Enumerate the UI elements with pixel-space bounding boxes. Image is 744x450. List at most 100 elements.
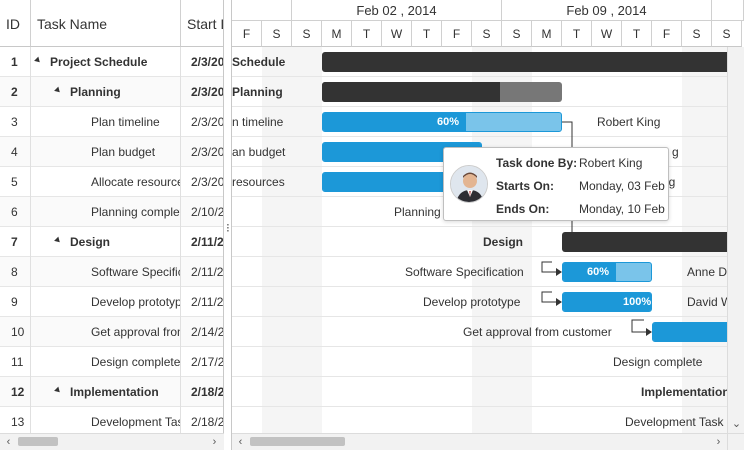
summary-bar[interactable] [562, 232, 744, 252]
timeline-day: S [712, 21, 742, 47]
cell-start-date: 2/17/2014 [191, 355, 224, 369]
cell-id: 8 [0, 257, 31, 287]
task-grid: ID Task Name Start D 1 Project Schedule 2/… [0, 0, 224, 450]
table-row[interactable]: 9 Develop prototype 2/11/2014 [0, 287, 223, 317]
chart-row: 60% n timeline Robert King [232, 107, 744, 137]
cell-task-name: Project Schedule [31, 47, 181, 77]
table-row[interactable]: 11 Design complete 2/17/2014 [0, 347, 224, 377]
column-header-task-name[interactable]: Task Name [31, 0, 181, 47]
cell-id: 3 [0, 107, 31, 137]
summary-bar[interactable] [322, 82, 562, 102]
cell-start-date: 2/3/2014 [191, 175, 224, 189]
table-row[interactable]: 5 Allocate resources 2/3/2014 [0, 167, 224, 197]
resource-label: David W [687, 295, 733, 309]
task-bar[interactable]: 60% [322, 112, 562, 132]
cell-start-date: 2/3/2014 [191, 115, 224, 129]
table-row[interactable]: 8 Software Specification 2/11/2014 [0, 257, 224, 287]
chart-row: Implementation [232, 377, 744, 407]
timeline-day: S [472, 21, 502, 47]
triangle-down-icon[interactable] [34, 56, 42, 65]
timeline-week [232, 0, 292, 21]
task-name-text: Plan timeline [91, 115, 160, 129]
cell-task-name: Design [31, 227, 181, 257]
table-row[interactable]: 4 Plan budget 2/3/2014 [0, 137, 224, 167]
grid-horizontal-scrollbar[interactable]: ‹ › [0, 433, 224, 450]
timeline-day: S [262, 21, 292, 47]
table-row[interactable]: 7 Design 2/11/2014 [0, 227, 223, 257]
triangle-down-icon[interactable] [54, 386, 62, 395]
table-row[interactable]: 1 Project Schedule 2/3/2014 [0, 47, 223, 77]
triangle-down-icon[interactable] [54, 236, 62, 245]
timeline-week [712, 0, 744, 21]
column-header-id[interactable]: ID [0, 0, 31, 47]
task-label: Implementation [641, 385, 730, 399]
task-name-text: Project Schedule [50, 55, 148, 69]
progress-label: 60% [437, 116, 460, 128]
cell-start-date: 2/10/2014 [191, 205, 224, 219]
tooltip-starts-label: Starts On: [496, 179, 555, 193]
task-name-text: Planning complete [91, 205, 181, 219]
chart-vertical-scrollbar[interactable]: ⌄ [727, 47, 744, 433]
gantt-control: ID Task Name Start D 1 Project Schedule 2/… [0, 0, 744, 450]
table-row[interactable]: 12 Implementation 2/18/2014 [0, 377, 223, 407]
summary-progress [322, 82, 500, 102]
summary-bar[interactable] [322, 52, 744, 72]
cell-id: 5 [0, 167, 31, 197]
timeline-day: F [652, 21, 682, 47]
chevron-right-icon[interactable]: › [710, 434, 727, 450]
chart-row: 100% Develop prototype David W [232, 287, 744, 317]
task-label: Develop prototype [423, 295, 521, 309]
progress-label: 100% [623, 296, 652, 308]
timeline-week: Feb 02 , 2014 [292, 0, 502, 21]
cell-start-date: 2/3/2014 [191, 145, 224, 159]
task-name-text: Design [70, 235, 111, 249]
task-label: Software Specification [405, 265, 524, 279]
task-bar[interactable]: 60% [562, 262, 652, 282]
cell-task-name: Plan budget [31, 137, 181, 167]
chart-row: 60% Software Specification Anne D [232, 257, 744, 287]
task-name-text: Development Task [91, 415, 181, 429]
splitter[interactable]: ⁝ [224, 0, 232, 450]
task-tooltip: Task done By: Robert King Starts On: Mon… [443, 147, 669, 221]
cell-start-date: 2/3/2014 [191, 85, 224, 99]
chart-row: Schedule [232, 47, 744, 77]
avatar [450, 165, 488, 203]
scrollbar-thumb[interactable] [250, 437, 345, 446]
task-bar[interactable]: 100% [562, 292, 652, 312]
timeline-day: M [532, 21, 562, 47]
table-row[interactable]: 3 Plan timeline 2/3/2014 [0, 107, 224, 137]
chart-row: Design [232, 227, 744, 257]
cell-id: 10 [0, 317, 31, 347]
gantt-chart: Feb 02 , 2014 Feb 09 , 2014 F S S M T W T F S S M T W T… [232, 0, 744, 450]
cell-id: 2 [0, 77, 31, 107]
task-name-text: Plan budget [91, 145, 156, 159]
chevron-right-icon[interactable]: › [206, 434, 223, 450]
chevron-left-icon[interactable]: ‹ [232, 434, 249, 450]
table-row[interactable]: 6 Planning complete 2/10/2014 [0, 197, 224, 227]
cell-start-date: 2/11/2014 [191, 265, 224, 279]
task-label: Schedule [232, 55, 286, 69]
table-row[interactable]: 2 Planning 2/3/2014 [0, 77, 224, 107]
task-name-text: Implementation [70, 385, 159, 399]
task-label: Design [483, 235, 524, 249]
cell-id: 12 [0, 377, 31, 407]
grip-icon[interactable]: ⁝ [226, 222, 230, 234]
chart-horizontal-scrollbar[interactable]: ‹ › [232, 433, 727, 450]
chart-row: Design complete [232, 347, 744, 377]
triangle-down-icon[interactable] [54, 86, 62, 95]
task-name-text: Allocate resources [91, 175, 181, 189]
chevron-left-icon[interactable]: ‹ [0, 434, 17, 450]
task-label: Planning [232, 85, 283, 99]
timeline-day: S [502, 21, 532, 47]
tooltip-done-by-label: Task done By: [496, 156, 578, 170]
cell-id: 9 [0, 287, 31, 317]
chevron-down-icon[interactable]: ⌄ [728, 416, 744, 432]
tooltip-ends-value: Monday, 10 Feb [579, 202, 665, 216]
table-row[interactable]: 10 Get approval from customer 2/14/2014 [0, 317, 223, 347]
cell-task-name: Implementation [31, 377, 181, 407]
scrollbar-thumb[interactable] [18, 437, 58, 446]
timeline-day: W [382, 21, 412, 47]
column-header-start-date[interactable]: Start D [181, 0, 223, 47]
chart-row: Get approval from customer [232, 317, 744, 347]
cell-task-name: Develop prototype [31, 287, 181, 317]
